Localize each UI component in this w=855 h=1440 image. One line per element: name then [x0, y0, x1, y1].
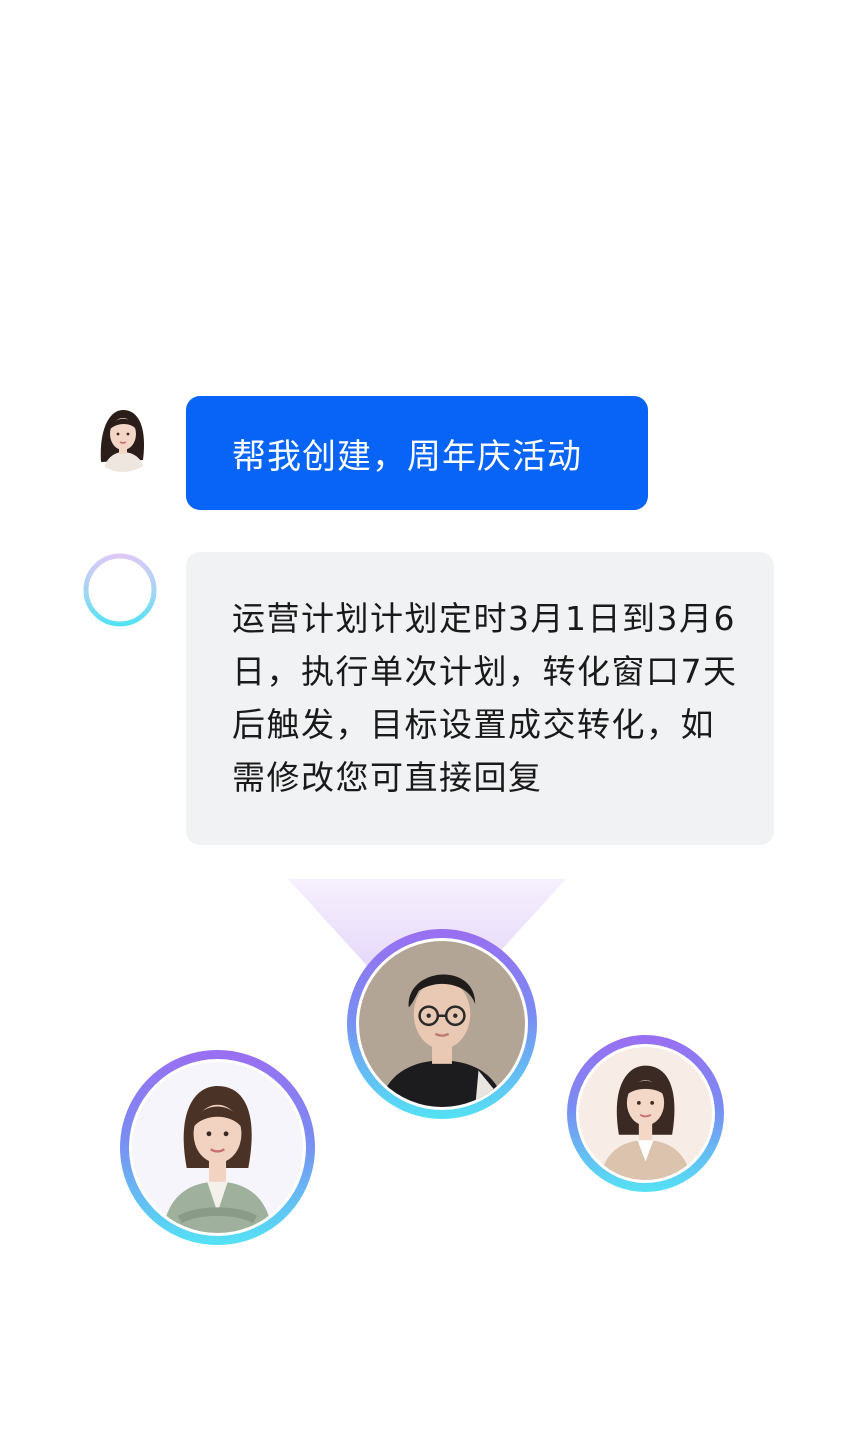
- assistant-message-text: 运营计划计划定时3月1日到3月6日，执行单次计划，转化窗口7天后触发，目标设置成…: [232, 599, 738, 797]
- man-with-glasses-portrait-icon: [359, 941, 525, 1107]
- user-message-text: 帮我创建，周年庆活动: [232, 436, 582, 477]
- woman-beige-blazer-portrait-icon: [579, 1047, 712, 1180]
- agent-avatar-woman-green[interactable]: [120, 1050, 315, 1245]
- user-avatar: [87, 400, 159, 472]
- gradient-ring-icon: [83, 553, 157, 627]
- agent-avatar-woman-beige[interactable]: [567, 1035, 724, 1192]
- user-message-bubble: 帮我创建，周年庆活动: [186, 396, 648, 510]
- woman-portrait-icon: [87, 400, 159, 472]
- agent-avatar-man[interactable]: [347, 929, 537, 1119]
- woman-green-blazer-portrait-icon: [132, 1062, 303, 1233]
- chat-page: 帮我创建，周年庆活动 运营计划计划定时3月1日到3月6日，执行单次计划，转化窗口…: [0, 0, 855, 1440]
- assistant-message-bubble: 运营计划计划定时3月1日到3月6日，执行单次计划，转化窗口7天后触发，目标设置成…: [186, 552, 774, 845]
